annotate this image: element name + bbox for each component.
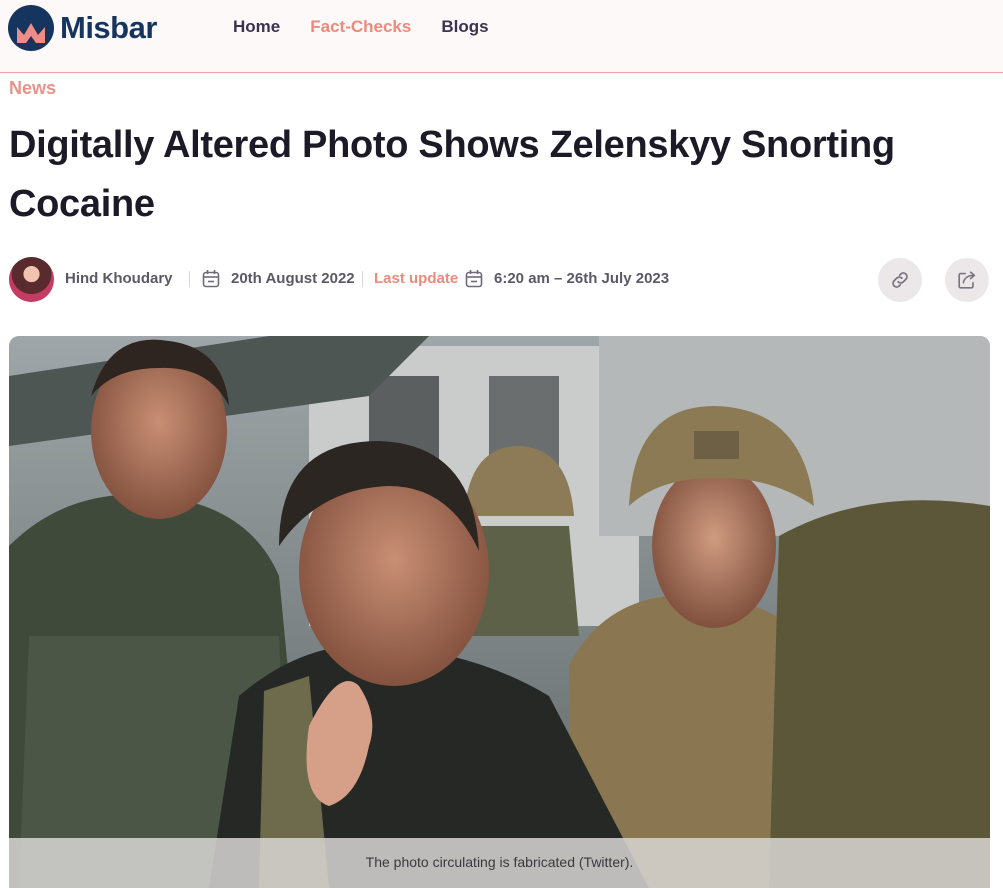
link-icon: [892, 272, 908, 288]
nav-fact-checks[interactable]: Fact-Checks: [310, 16, 411, 38]
divider: [189, 271, 190, 287]
author-name[interactable]: Hind Khoudary: [65, 270, 173, 287]
calendar-icon: [465, 270, 483, 288]
copy-link-button[interactable]: [878, 258, 922, 302]
last-update-label: Last update: [374, 270, 459, 287]
article-category[interactable]: News: [9, 78, 56, 99]
nav-blogs[interactable]: Blogs: [441, 16, 488, 38]
site-logo[interactable]: Misbar: [8, 5, 157, 51]
brand-name: Misbar: [60, 10, 157, 45]
last-update-date: 6:20 am – 26th July 2023: [494, 270, 670, 287]
article-photo: [9, 336, 990, 888]
divider: [362, 271, 363, 287]
site-header: Misbar Home Fact-Checks Blogs: [0, 0, 1003, 73]
main-nav: Home Fact-Checks Blogs: [233, 16, 489, 38]
article-image[interactable]: The photo circulating is fabricated (Twi…: [9, 336, 990, 888]
misbar-logo-icon: [8, 5, 54, 51]
share-icon: [958, 271, 976, 289]
published-date: 20th August 2022: [231, 270, 355, 287]
share-button[interactable]: [945, 258, 989, 302]
article-meta: Hind Khoudary 20th August 2022 Last upda…: [9, 257, 994, 303]
image-caption: The photo circulating is fabricated (Twi…: [9, 838, 990, 888]
calendar-icon: [202, 270, 220, 288]
author-avatar[interactable]: [9, 257, 54, 302]
article-title: Digitally Altered Photo Shows Zelenskyy …: [9, 124, 895, 225]
nav-home[interactable]: Home: [233, 16, 280, 38]
